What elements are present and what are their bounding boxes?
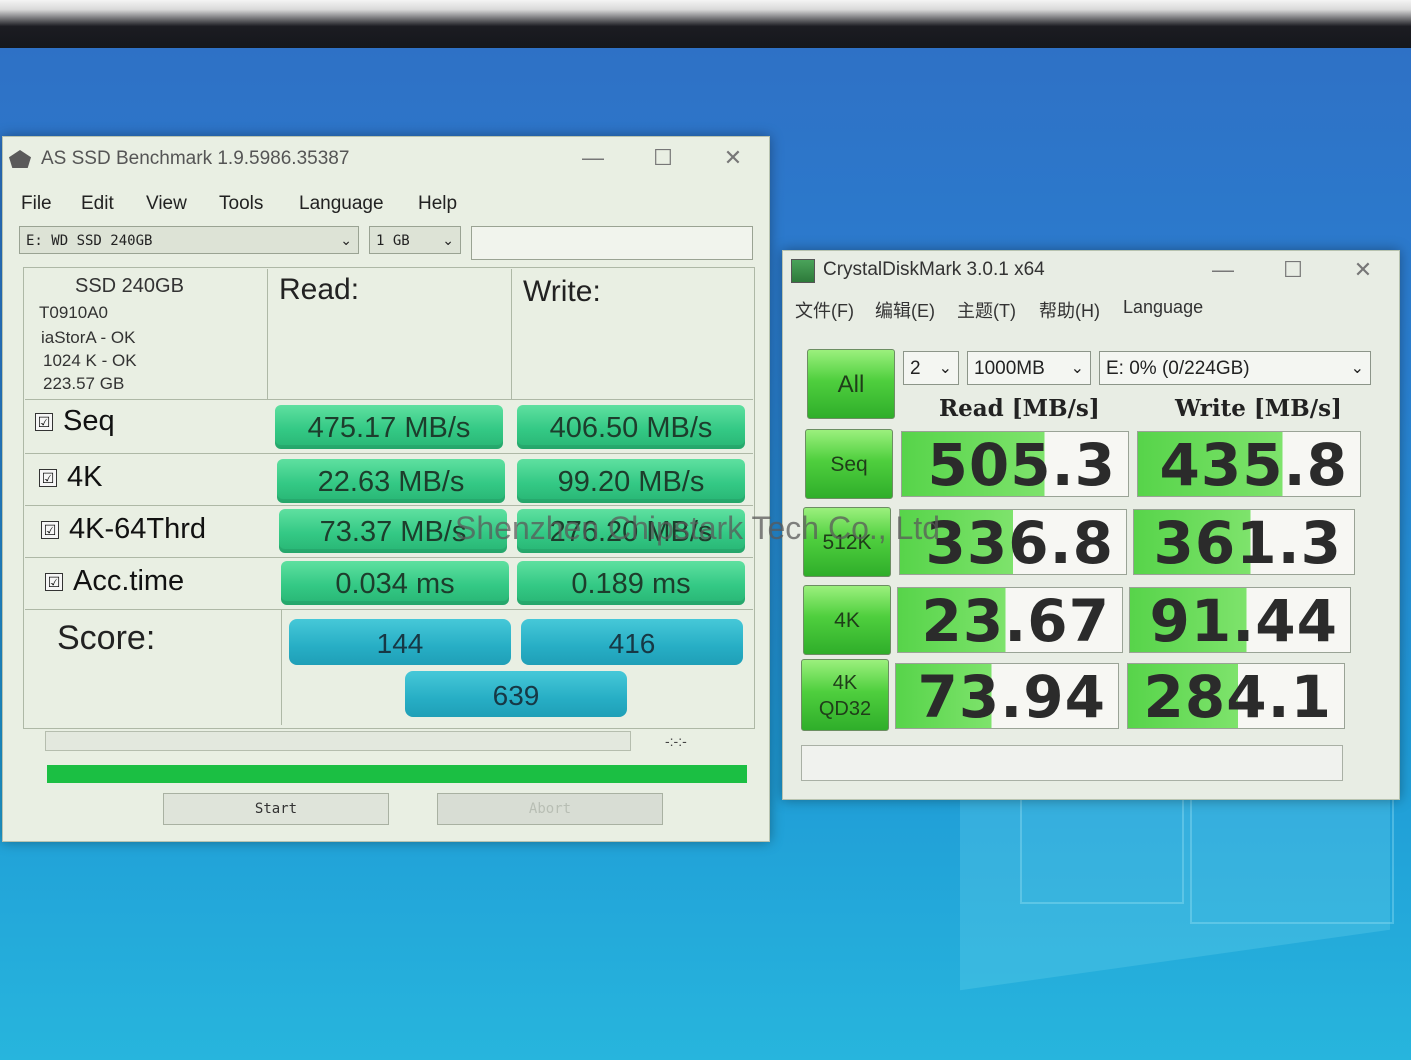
divider	[281, 609, 282, 725]
divider	[25, 609, 753, 610]
seq-write-value: 435.8	[1137, 431, 1361, 498]
4k-write-value: 91.44	[1129, 587, 1351, 654]
4k-read-result: 22.63 MB/s	[277, 459, 505, 503]
512k-write-value: 361.3	[1133, 509, 1355, 576]
4k64-checkbox[interactable]: ☑	[41, 520, 59, 539]
4k-qd32-read-value: 73.94	[895, 663, 1119, 730]
read-header: Read:	[279, 273, 360, 306]
row-label-text: Seq	[63, 405, 115, 437]
row-4k64-label[interactable]: ☑ 4K-64Thrd	[41, 513, 206, 546]
seq-write-result: 406.50 MB/s	[517, 405, 745, 449]
score-total: 639	[405, 671, 627, 717]
divider	[25, 399, 753, 400]
row-4k-label[interactable]: ☑ 4K	[39, 461, 102, 494]
acctime-write-result: 0.189 ms	[517, 561, 745, 605]
drive-driver: iaStorA - OK	[41, 328, 136, 347]
sub-progress-bar	[45, 731, 631, 751]
size-select-value: 1000MB	[974, 358, 1045, 379]
row-acctime-label[interactable]: ☑ Acc.time	[45, 565, 184, 598]
menu-tools[interactable]: Tools	[219, 193, 263, 215]
drive-firmware: T0910A0	[39, 303, 108, 322]
4k-button[interactable]: 4K	[803, 585, 891, 655]
drive-model: SSD 240GB	[75, 275, 184, 297]
divider	[267, 269, 268, 399]
menu-language[interactable]: Language	[299, 193, 384, 215]
chevron-down-icon: ⌄	[1350, 360, 1364, 377]
seq-button[interactable]: Seq	[805, 429, 893, 499]
read-header: Read [MB/s]	[939, 395, 1100, 422]
menu-help[interactable]: Help	[418, 193, 457, 215]
size-select[interactable]: 1 GB ⌄	[369, 226, 461, 254]
count-select-value: 2	[910, 358, 921, 379]
4k-qd32-write-value: 284.1	[1127, 663, 1345, 730]
abort-button[interactable]: Abort	[437, 793, 663, 825]
menu-theme[interactable]: 主题(T)	[957, 297, 1016, 323]
drive-select-value: E: WD SSD 240GB	[26, 233, 153, 249]
chevron-down-icon: ⌄	[938, 360, 952, 377]
count-select[interactable]: 2 ⌄	[903, 351, 959, 385]
4k-read-value: 23.67	[897, 587, 1123, 654]
seq-read-result: 475.17 MB/s	[275, 405, 503, 449]
acctime-checkbox[interactable]: ☑	[45, 572, 63, 591]
divider	[25, 557, 753, 558]
row-seq-label[interactable]: ☑ Seq	[35, 405, 115, 438]
score-write: 416	[521, 619, 743, 665]
drive-select[interactable]: E: WD SSD 240GB ⌄	[19, 226, 359, 254]
menu-edit[interactable]: 编辑(E)	[875, 297, 935, 323]
chevron-down-icon: ⌄	[340, 233, 352, 249]
menu-edit[interactable]: Edit	[81, 193, 114, 215]
menu-file[interactable]: File	[21, 193, 52, 215]
write-header: Write:	[523, 275, 601, 308]
divider	[25, 505, 753, 506]
chevron-down-icon: ⌄	[1070, 360, 1084, 377]
4k-write-result: 99.20 MB/s	[517, 459, 745, 503]
menu-view[interactable]: View	[146, 193, 187, 215]
score-label: Score:	[57, 619, 156, 657]
as-ssd-window: AS SSD Benchmark 1.9.5986.35387 — ☐ ✕ Fi…	[2, 136, 770, 842]
row-label-text: 4K	[67, 461, 103, 493]
size-select[interactable]: 1000MB ⌄	[967, 351, 1091, 385]
score-read: 144	[289, 619, 511, 665]
app-icon	[791, 259, 815, 283]
drive-alignment: 1024 K - OK	[43, 351, 137, 370]
4k-checkbox[interactable]: ☑	[39, 468, 57, 487]
menu-file[interactable]: 文件(F)	[795, 297, 854, 323]
maximize-icon[interactable]: ☐	[1273, 257, 1313, 285]
drive-select-value: E: 0% (0/224GB)	[1106, 358, 1250, 379]
elapsed-time: -:-:-	[665, 733, 687, 749]
divider	[511, 269, 512, 399]
seq-read-value: 505.3	[901, 431, 1129, 498]
cdm-title: CrystalDiskMark 3.0.1 x64	[823, 259, 1045, 280]
row-label-text: Acc.time	[73, 565, 185, 597]
monitor-bezel	[0, 0, 1411, 48]
drive-select[interactable]: E: 0% (0/224GB) ⌄	[1099, 351, 1371, 385]
minimize-icon[interactable]: —	[573, 145, 613, 173]
row-label-text: 4K-64Thrd	[69, 513, 207, 545]
watermark-text: Shenzhen Chipstark Tech Co., Ltd	[455, 510, 941, 546]
chevron-down-icon: ⌄	[442, 233, 454, 249]
status-textbox	[471, 226, 753, 260]
main-progress-bar	[47, 765, 747, 783]
status-bar	[801, 745, 1343, 781]
divider	[25, 453, 753, 454]
size-select-value: 1 GB	[376, 233, 410, 249]
4k-qd32-button[interactable]: 4K QD32	[801, 659, 889, 731]
close-icon[interactable]: ✕	[713, 145, 753, 173]
start-button[interactable]: Start	[163, 793, 389, 825]
write-header: Write [MB/s]	[1175, 395, 1342, 422]
as-ssd-titlebar: AS SSD Benchmark 1.9.5986.35387 — ☐ ✕	[3, 137, 769, 181]
as-ssd-title: AS SSD Benchmark 1.9.5986.35387	[41, 148, 350, 169]
windows-logo-pane	[1020, 790, 1184, 904]
drive-icon	[9, 150, 31, 168]
all-button[interactable]: All	[807, 349, 895, 419]
close-icon[interactable]: ✕	[1343, 257, 1383, 285]
menu-help[interactable]: 帮助(H)	[1039, 297, 1100, 323]
seq-checkbox[interactable]: ☑	[35, 412, 53, 431]
minimize-icon[interactable]: —	[1203, 257, 1243, 285]
menu-language[interactable]: Language	[1123, 297, 1203, 318]
maximize-icon[interactable]: ☐	[643, 145, 683, 173]
acctime-read-result: 0.034 ms	[281, 561, 509, 605]
drive-capacity: 223.57 GB	[43, 374, 125, 393]
